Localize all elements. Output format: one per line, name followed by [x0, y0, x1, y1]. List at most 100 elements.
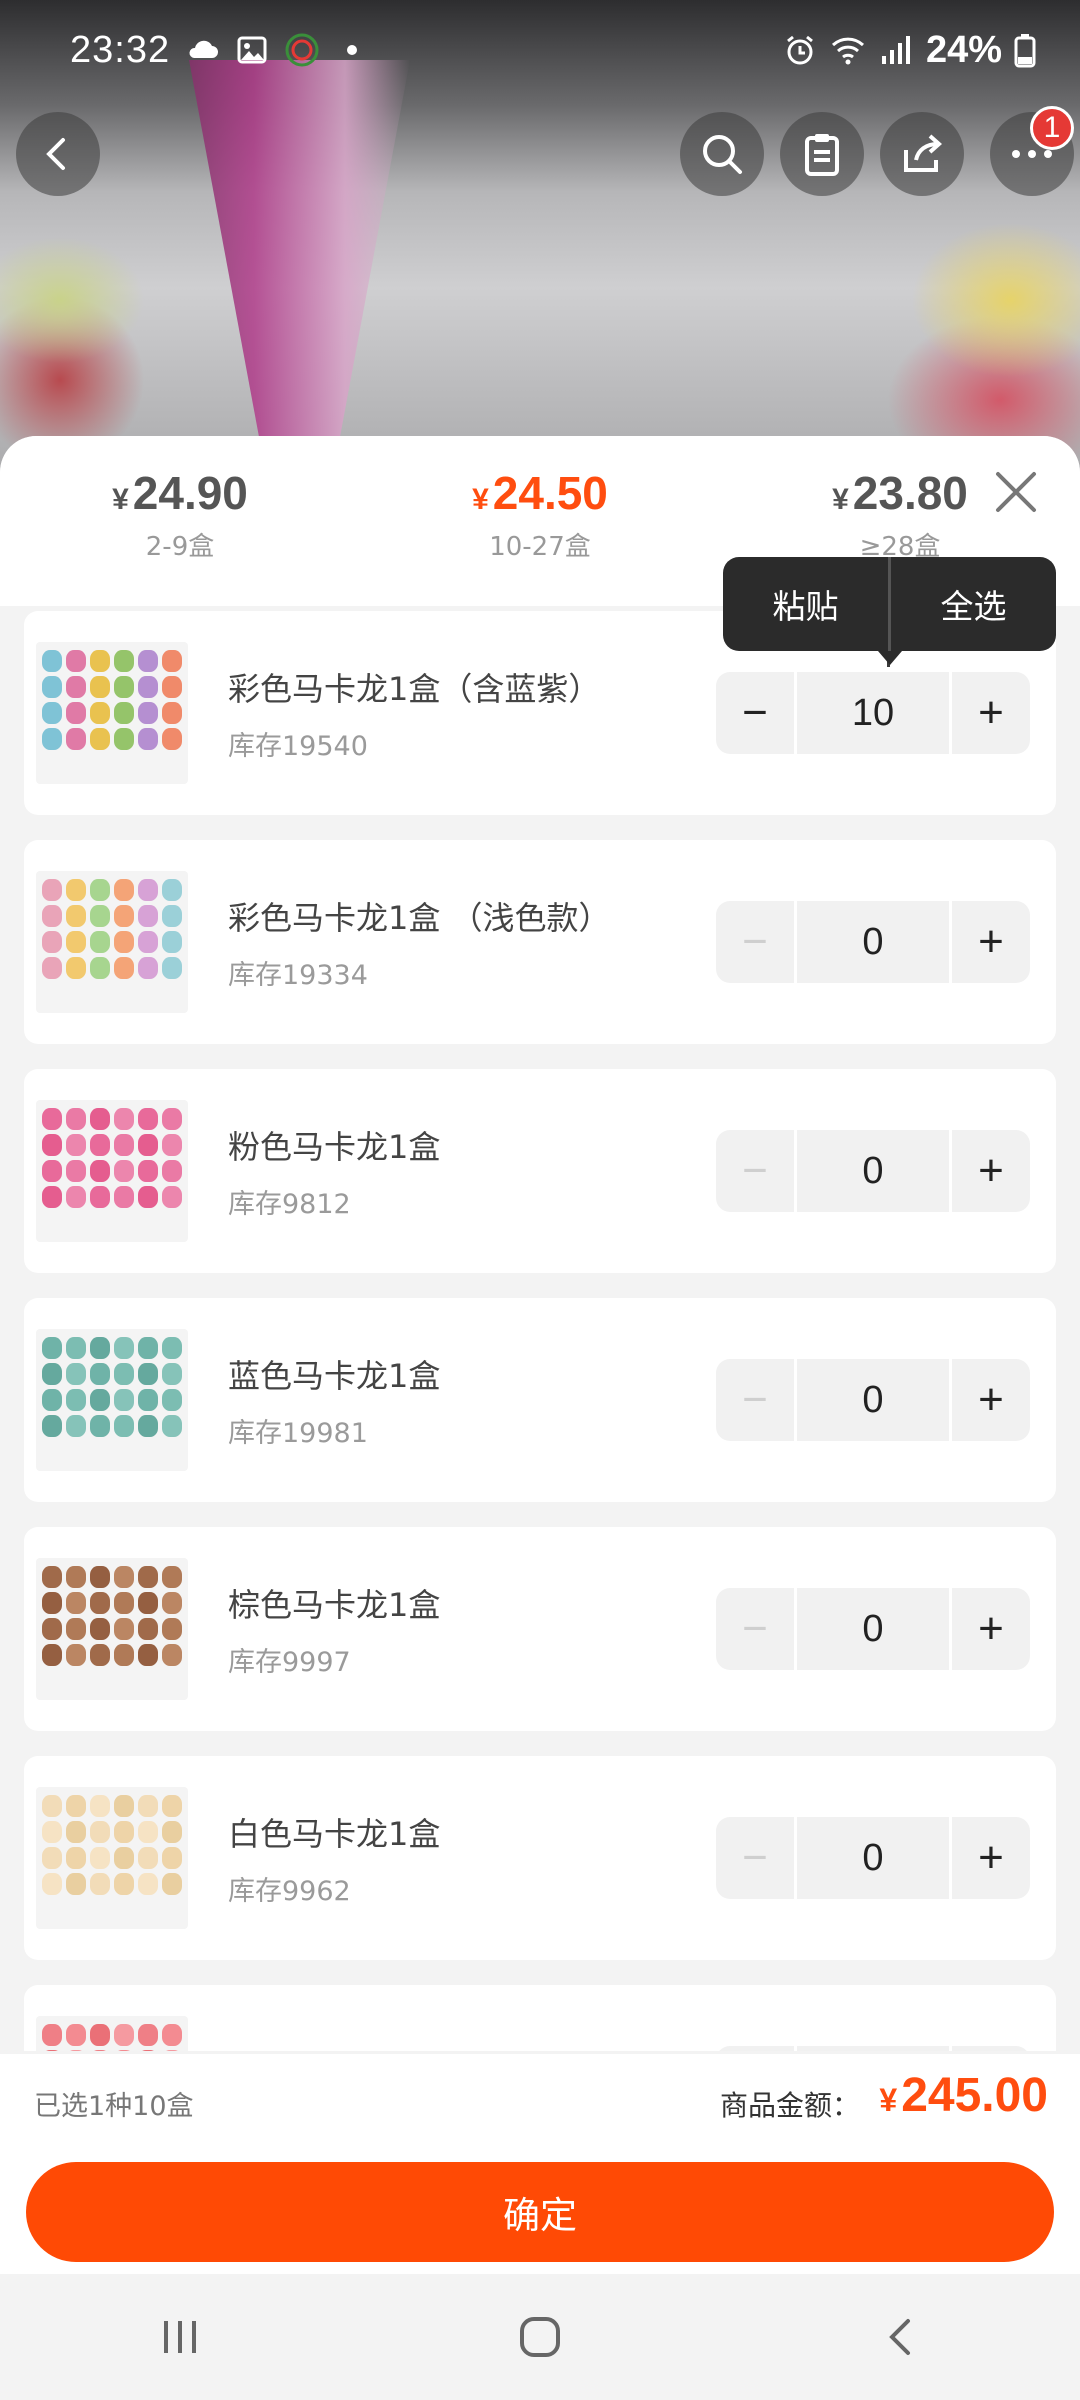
- image-icon: [237, 36, 267, 64]
- select-all-option[interactable]: 全选: [891, 557, 1056, 651]
- macaron-shape: [42, 1821, 62, 1843]
- app-notification-icon: [285, 33, 319, 67]
- close-icon[interactable]: [988, 464, 1044, 520]
- macaron-shape: [138, 1134, 158, 1156]
- quantity-input[interactable]: 10: [794, 672, 952, 754]
- macaron-shape: [114, 1337, 134, 1359]
- macaron-shape: [66, 1108, 86, 1130]
- selection-summary: 已选1种10盒: [34, 2091, 194, 2122]
- macaron-shape: [114, 1847, 134, 1869]
- decrease-button[interactable]: −: [716, 901, 794, 983]
- macaron-shape: [90, 1847, 110, 1869]
- macaron-shape: [90, 905, 110, 927]
- macaron-grid: [42, 2024, 182, 2051]
- increase-button[interactable]: +: [952, 672, 1030, 754]
- increase-button[interactable]: +: [952, 1130, 1030, 1212]
- macaron-shape: [114, 650, 134, 672]
- macaron-shape: [138, 1618, 158, 1640]
- macaron-grid: [42, 650, 182, 750]
- macaron-shape: [42, 1847, 62, 1869]
- quantity-input[interactable]: 0: [794, 2046, 952, 2051]
- confirm-button[interactable]: 确定: [26, 2162, 1054, 2262]
- quantity-stepper: − 0 +: [716, 901, 1030, 983]
- sku-info: 彩色马卡龙1盒 （浅色款） 库存19334: [228, 893, 716, 992]
- decrease-button[interactable]: −: [716, 1817, 794, 1899]
- tier-price: 24.50: [492, 467, 608, 519]
- macaron-shape: [114, 879, 134, 901]
- macaron-shape: [66, 1795, 86, 1817]
- more-button[interactable]: 1: [990, 106, 1074, 196]
- sku-list[interactable]: 彩色马卡龙1盒（含蓝紫） 库存19540 − 10 + 彩色马卡龙1盒 （浅色款…: [0, 611, 1080, 2051]
- macaron-shape: [90, 1618, 110, 1640]
- quantity-input[interactable]: 0: [794, 1359, 952, 1441]
- status-bar: 23:32 24%: [0, 0, 1080, 100]
- increase-button[interactable]: +: [952, 1817, 1030, 1899]
- sku-name: 棕色马卡龙1盒: [228, 1585, 441, 1624]
- macaron-shape: [162, 905, 182, 927]
- macaron-shape: [42, 931, 62, 953]
- macaron-shape: [42, 1108, 62, 1130]
- macaron-shape: [162, 650, 182, 672]
- macaron-shape: [42, 879, 62, 901]
- product-thumbnail[interactable]: [36, 1100, 188, 1242]
- product-thumbnail[interactable]: [36, 1329, 188, 1471]
- product-thumbnail[interactable]: [36, 2016, 188, 2051]
- macaron-shape: [90, 676, 110, 698]
- clipboard-button[interactable]: [780, 112, 864, 196]
- decrease-button[interactable]: −: [716, 2046, 794, 2051]
- macaron-grid: [42, 879, 182, 979]
- macaron-shape: [138, 1644, 158, 1666]
- macaron-shape: [114, 957, 134, 979]
- macaron-shape: [162, 1821, 182, 1843]
- macaron-shape: [90, 1873, 110, 1895]
- cloud-icon: [189, 40, 219, 58]
- paste-option[interactable]: 粘贴: [723, 557, 888, 651]
- sku-name: 粉色马卡龙1盒: [228, 1127, 441, 1166]
- macaron-shape: [66, 1592, 86, 1614]
- macaron-shape: [138, 1566, 158, 1588]
- macaron-shape: [90, 702, 110, 724]
- sku-row: 白色马卡龙1盒 库存9962 − 0 +: [24, 1756, 1056, 1960]
- macaron-shape: [66, 1337, 86, 1359]
- decrease-button[interactable]: −: [716, 1130, 794, 1212]
- macaron-shape: [162, 1592, 182, 1614]
- macaron-shape: [138, 1337, 158, 1359]
- increase-button[interactable]: +: [952, 1359, 1030, 1441]
- macaron-shape: [90, 1566, 110, 1588]
- product-thumbnail[interactable]: [36, 1787, 188, 1929]
- home-button[interactable]: [480, 2297, 600, 2377]
- macaron-shape: [162, 2024, 182, 2046]
- macaron-shape: [138, 1821, 158, 1843]
- macaron-shape: [162, 879, 182, 901]
- macaron-shape: [114, 1821, 134, 1843]
- back-button[interactable]: [16, 112, 100, 196]
- increase-button[interactable]: +: [952, 901, 1030, 983]
- decrease-button[interactable]: −: [716, 672, 794, 754]
- quantity-input[interactable]: 0: [794, 1130, 952, 1212]
- increase-button[interactable]: +: [952, 1588, 1030, 1670]
- increase-button[interactable]: +: [952, 2046, 1030, 2051]
- macaron-shape: [90, 2050, 110, 2051]
- macaron-shape: [66, 650, 86, 672]
- product-thumbnail[interactable]: [36, 871, 188, 1013]
- quantity-input[interactable]: 0: [794, 1588, 952, 1670]
- search-button[interactable]: [680, 112, 764, 196]
- decrease-button[interactable]: −: [716, 1359, 794, 1441]
- nav-back-button[interactable]: [840, 2297, 960, 2377]
- recent-apps-button[interactable]: [120, 2297, 240, 2377]
- share-button[interactable]: [880, 112, 964, 196]
- macaron-shape: [90, 2024, 110, 2046]
- macaron-shape: [114, 1592, 134, 1614]
- tier-price: 24.90: [132, 467, 248, 519]
- macaron-shape: [90, 1821, 110, 1843]
- quantity-input[interactable]: 0: [794, 901, 952, 983]
- decrease-button[interactable]: −: [716, 1588, 794, 1670]
- macaron-shape: [42, 2050, 62, 2051]
- macaron-shape: [138, 676, 158, 698]
- product-thumbnail[interactable]: [36, 1558, 188, 1700]
- sku-selection-sheet: ¥24.90 2-9盒 ¥24.50 10-27盒 ¥23.80 ≥28盒 彩色…: [0, 436, 1080, 2272]
- macaron-shape: [66, 1415, 86, 1437]
- macaron-shape: [162, 931, 182, 953]
- quantity-input[interactable]: 0: [794, 1817, 952, 1899]
- product-thumbnail[interactable]: [36, 642, 188, 784]
